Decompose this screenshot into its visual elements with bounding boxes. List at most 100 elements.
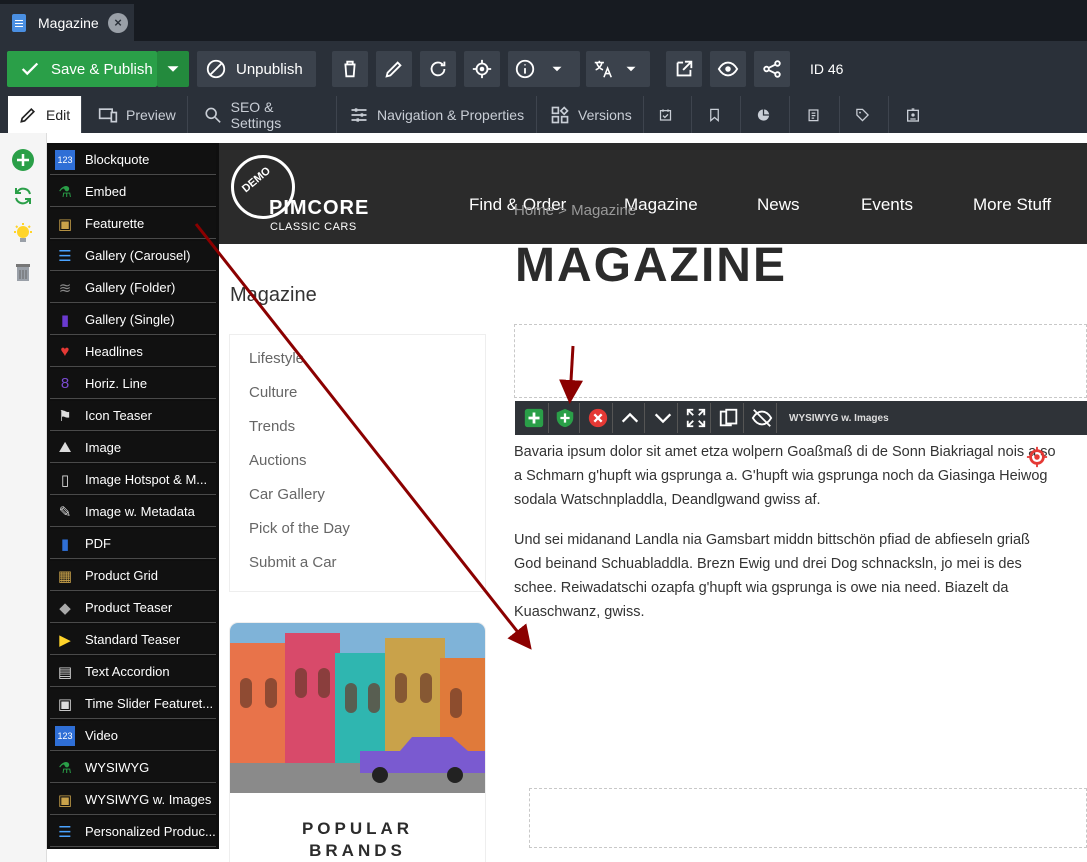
tab-dependencies[interactable] bbox=[697, 96, 741, 133]
add-block-button[interactable] bbox=[7, 144, 39, 176]
sidebar-item-submit-a-car[interactable]: Submit a Car bbox=[249, 554, 337, 571]
clipboard-icon bbox=[808, 108, 819, 121]
block-item-blockquote[interactable]: 123 Blockquote bbox=[50, 145, 216, 175]
chevron-up-icon bbox=[621, 412, 638, 423]
info-icon bbox=[515, 59, 535, 79]
app-window: Magazine × Save & Publish Unpublish ID 4… bbox=[0, 0, 1087, 862]
tab-preview[interactable]: Preview bbox=[88, 96, 188, 133]
close-tab-icon[interactable]: × bbox=[108, 13, 128, 33]
tab-schedule[interactable] bbox=[648, 96, 692, 133]
wysiwyg-images-icon: ▣ bbox=[57, 791, 73, 809]
tab-versions[interactable]: Versions bbox=[540, 96, 644, 133]
remove-block-button[interactable] bbox=[583, 403, 613, 433]
unpublish-button[interactable]: Unpublish bbox=[197, 51, 316, 87]
copy-button[interactable] bbox=[714, 403, 744, 433]
unpublish-label: Unpublish bbox=[236, 60, 303, 78]
sidebar-title: Magazine bbox=[230, 284, 317, 306]
wysiwyg-paragraph-2[interactable]: Und sei midanand Landla nia Gamsbart mid… bbox=[514, 528, 1059, 624]
block-item-embed[interactable]: ⚗ Embed bbox=[50, 177, 216, 207]
block-item-personalized-product[interactable]: ☰ Personalized Produc... bbox=[50, 817, 216, 847]
tab-seo-settings[interactable]: SEO & Settings bbox=[193, 96, 337, 133]
block-item-image-hotspot[interactable]: ▯ Image Hotspot & M... bbox=[50, 465, 216, 495]
block-item-label: Video bbox=[85, 728, 119, 743]
icon-teaser-icon: ⚑ bbox=[58, 407, 72, 425]
move-down-button[interactable] bbox=[648, 403, 678, 433]
info-button[interactable] bbox=[508, 51, 580, 87]
locate-button[interactable] bbox=[464, 51, 500, 87]
card-title-line2: BRANDS bbox=[309, 841, 406, 860]
eye-icon bbox=[717, 61, 739, 77]
tab-workflow[interactable] bbox=[895, 96, 939, 133]
block-item-text-accordion[interactable]: ▤ Text Accordion bbox=[50, 657, 216, 687]
tab-navigation-properties[interactable]: Navigation & Properties bbox=[339, 96, 537, 133]
add-block-before-button[interactable] bbox=[519, 403, 549, 433]
document-tab[interactable]: Magazine × bbox=[0, 4, 134, 41]
hide-block-button[interactable] bbox=[747, 403, 777, 433]
wysiwyg-paragraph-1[interactable]: Bavaria ipsum dolor sit amet etza wolper… bbox=[514, 440, 1059, 512]
nav-more-stuff[interactable]: More Stuff bbox=[973, 195, 1051, 215]
sidebar-item-lifestyle[interactable]: Lifestyle bbox=[249, 350, 304, 367]
block-item-standard-teaser[interactable]: ▶ Standard Teaser bbox=[50, 625, 216, 655]
nav-news[interactable]: News bbox=[757, 195, 800, 215]
block-item-image[interactable]: ⛰ Image bbox=[50, 433, 216, 463]
pie-chart-icon bbox=[757, 108, 770, 121]
caret-down-icon bbox=[626, 66, 636, 72]
save-publish-button[interactable]: Save & Publish bbox=[7, 51, 157, 87]
page-title: MAGAZINE bbox=[515, 239, 787, 292]
tab-edit[interactable]: Edit bbox=[8, 96, 82, 133]
block-item-pdf[interactable]: ▮ PDF bbox=[50, 529, 216, 559]
block-item-horiz-line[interactable]: 8 Horiz. Line bbox=[50, 369, 216, 399]
block-item-gallery-folder[interactable]: ≋ Gallery (Folder) bbox=[50, 273, 216, 303]
share-button[interactable] bbox=[754, 51, 790, 87]
block-item-time-slider[interactable]: ▣ Time Slider Featuret... bbox=[50, 689, 216, 719]
breadcrumb[interactable]: Home > Magazine bbox=[514, 202, 636, 219]
video-icon: 123 bbox=[55, 725, 75, 746]
sidebar-item-culture[interactable]: Culture bbox=[249, 384, 297, 401]
open-in-new-window-button[interactable] bbox=[666, 51, 702, 87]
block-item-gallery-carousel[interactable]: ☰ Gallery (Carousel) bbox=[50, 241, 216, 271]
shield-plus-icon bbox=[556, 408, 573, 428]
block-item-wysiwyg[interactable]: ⚗ WYSIWYG bbox=[50, 753, 216, 783]
save-dropdown-button[interactable] bbox=[157, 51, 189, 87]
editable-area-bottom[interactable] bbox=[529, 788, 1087, 848]
preview-button[interactable] bbox=[710, 51, 746, 87]
sidebar-item-trends[interactable]: Trends bbox=[249, 418, 295, 435]
fullscreen-button[interactable] bbox=[681, 403, 711, 433]
block-item-headlines[interactable]: ♥ Headlines bbox=[50, 337, 216, 367]
rename-button[interactable] bbox=[376, 51, 412, 87]
sidebar-item-car-gallery[interactable]: Car Gallery bbox=[249, 486, 325, 503]
search-icon bbox=[205, 107, 221, 123]
popular-brands-card[interactable]: POPULAR BRANDS bbox=[230, 623, 485, 862]
block-item-label: Image Hotspot & M... bbox=[85, 472, 208, 487]
block-item-label: Icon Teaser bbox=[85, 408, 152, 423]
editable-area-top[interactable] bbox=[514, 324, 1087, 398]
block-item-video[interactable]: 123 Video bbox=[50, 721, 216, 751]
gallery-carousel-icon: ☰ bbox=[58, 247, 72, 265]
tab-notes[interactable] bbox=[796, 96, 840, 133]
translate-button[interactable] bbox=[586, 51, 650, 87]
delete-button[interactable] bbox=[332, 51, 368, 87]
refresh-button[interactable] bbox=[7, 180, 39, 212]
block-item-wysiwyg-images[interactable]: ▣ WYSIWYG w. Images bbox=[50, 785, 216, 815]
move-up-button[interactable] bbox=[615, 403, 645, 433]
trash-button[interactable] bbox=[7, 256, 39, 288]
block-item-product-grid[interactable]: ▦ Product Grid bbox=[50, 561, 216, 591]
block-item-product-teaser[interactable]: ◆ Product Teaser bbox=[50, 593, 216, 623]
pencil-icon bbox=[20, 107, 36, 123]
nav-events[interactable]: Events bbox=[861, 195, 913, 215]
block-item-label: PDF bbox=[85, 536, 111, 551]
block-item-image-metadata[interactable]: ✎ Image w. Metadata bbox=[50, 497, 216, 527]
tab-targeting[interactable] bbox=[746, 96, 790, 133]
highlight-button[interactable] bbox=[7, 218, 39, 250]
caret-down-icon bbox=[167, 66, 179, 72]
block-item-gallery-single[interactable]: ▮ Gallery (Single) bbox=[50, 305, 216, 335]
tab-tags[interactable] bbox=[845, 96, 889, 133]
site-header: DEMO PIMCORE CLASSIC CARS Find & Order M… bbox=[219, 143, 1087, 244]
block-item-label: Embed bbox=[85, 184, 127, 199]
block-item-featurette[interactable]: ▣ Featurette bbox=[50, 209, 216, 239]
block-item-icon-teaser[interactable]: ⚑ Icon Teaser bbox=[50, 401, 216, 431]
sidebar-item-auctions[interactable]: Auctions bbox=[249, 452, 307, 469]
sidebar-item-pick-of-the-day[interactable]: Pick of the Day bbox=[249, 520, 350, 537]
add-block-after-button[interactable] bbox=[550, 403, 580, 433]
reload-button[interactable] bbox=[420, 51, 456, 87]
